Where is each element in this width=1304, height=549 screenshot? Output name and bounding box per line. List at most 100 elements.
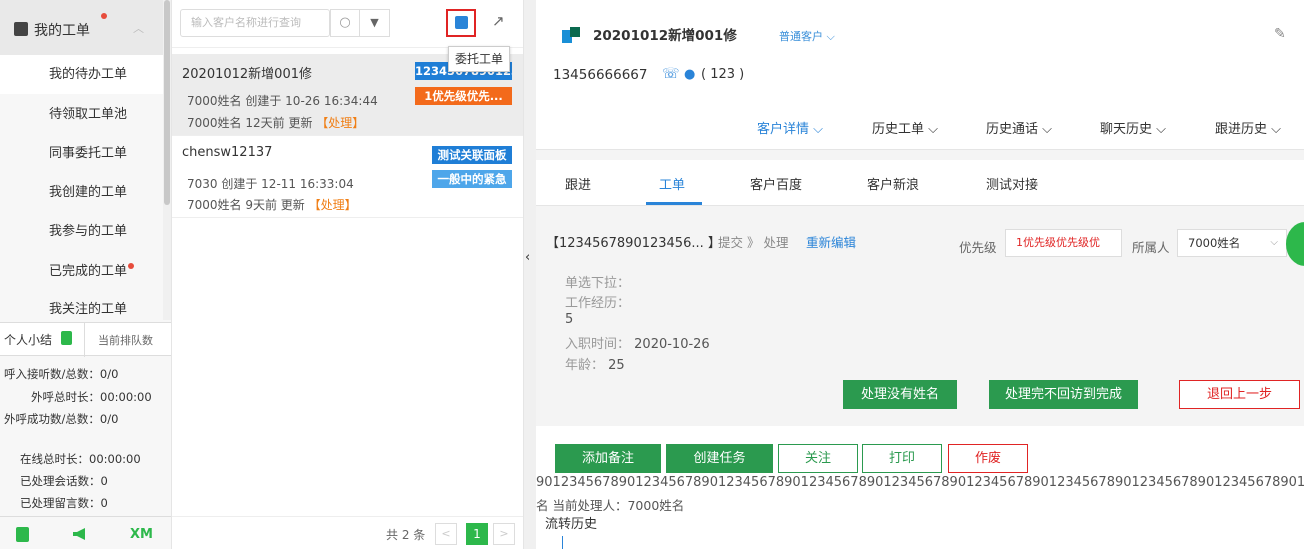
process-complete-button[interactable]: 处理完不回访到完成 — [989, 380, 1138, 409]
card-meta-text: 7000姓名 9天前 更新 — [187, 198, 305, 212]
ticket-detail: 【1234567890123456... 】 提交 》 处理 重新编辑 优先级 … — [536, 216, 1304, 426]
list-item[interactable]: chensw12137 测试关联面板 一般中的紧急 7030 创建于 12-11… — [172, 136, 523, 218]
priority-select[interactable]: 1优先级优先级优 — [1005, 229, 1122, 257]
edit-icon[interactable]: ✎ — [1274, 26, 1286, 42]
tab-chat-history[interactable]: 聊天历史 ⌵ — [1100, 118, 1166, 137]
xm-icon[interactable]: XM — [130, 527, 153, 542]
tab-sina[interactable]: 客户新浪 — [867, 174, 919, 193]
timeline-line — [562, 536, 563, 549]
rollback-button[interactable]: 退回上一步 — [1179, 380, 1300, 409]
customer-type-label: 普通客户 — [779, 30, 823, 43]
sidebar-item-label: 我参与的工单 — [49, 224, 128, 239]
sidebar-header[interactable]: 我的工单 ︿ — [0, 0, 163, 55]
card-meta-created: 7000姓名 创建于 10-26 16:34:44 — [187, 94, 378, 108]
chevron-down-icon: ⌵ — [826, 30, 835, 43]
field-join-date: 入职时间： 2020-10-26 — [565, 333, 710, 352]
sidebar-item-pool[interactable]: 待领取工单池 — [0, 95, 163, 134]
tab-label: 聊天历史 — [1100, 122, 1153, 137]
chat-icon[interactable]: ● — [684, 67, 695, 82]
summary-tabs: 个人小结 当前排队数 — [0, 322, 171, 357]
print-button[interactable]: 打印 — [862, 444, 942, 473]
current-page[interactable]: 1 — [466, 523, 488, 545]
megaphone-icon[interactable] — [72, 527, 88, 541]
tab-baidu[interactable]: 客户百度 — [750, 174, 802, 193]
void-button[interactable]: 作废 — [948, 444, 1028, 473]
ticket-actions-area: 添加备注 创建任务 关注 打印 作废 901234567890123456789… — [536, 426, 1304, 549]
add-note-button[interactable]: 添加备注 — [555, 444, 661, 473]
priority-badge: 一般中的紧急 — [432, 170, 512, 188]
field-label: 年龄： — [565, 358, 605, 373]
pagination: 共 2 条 < 1 > — [172, 516, 523, 549]
sidebar-item-created[interactable]: 我创建的工单 — [0, 173, 163, 212]
collapse-handle[interactable]: ‹ — [524, 0, 536, 549]
tab-followup[interactable]: 跟进 — [565, 174, 591, 193]
floating-action-button[interactable] — [1286, 222, 1304, 266]
tab-personal-summary[interactable]: 个人小结 — [4, 331, 52, 348]
share-icon[interactable]: ↗ — [492, 12, 510, 30]
reedit-link[interactable]: 重新编辑 — [806, 232, 856, 251]
owner-label: 所属人 — [1132, 240, 1170, 255]
filter-button[interactable]: ▼ — [360, 9, 390, 37]
document-icon — [61, 331, 72, 345]
create-task-button[interactable]: 创建任务 — [666, 444, 773, 473]
stat-outbound-duration: 外呼总时长：00:00:00 — [31, 390, 152, 404]
tab-followup-history[interactable]: 跟进历史 ⌵ — [1215, 118, 1281, 137]
entrust-icon — [455, 16, 468, 29]
ticket-id: 【1234567890123456... 】 — [546, 236, 721, 251]
work-tabs: 跟进 工单 客户百度 客户新浪 测试对接 — [536, 160, 1304, 206]
priority-badge: 1优先级优先... — [415, 87, 512, 105]
tab-test[interactable]: 测试对接 — [986, 174, 1038, 193]
next-page-button[interactable]: > — [493, 523, 515, 545]
tab-label: 客户详情 — [757, 122, 810, 137]
phone-icon[interactable]: ☏ — [662, 66, 680, 82]
sidebar-item-label: 我的待办工单 — [49, 67, 128, 82]
field-experience-value: 5 — [565, 312, 573, 327]
process-no-name-button[interactable]: 处理没有姓名 — [843, 380, 957, 409]
total-count: 共 2 条 — [386, 528, 426, 542]
owner-select[interactable]: 7000姓名 ⌵ — [1177, 229, 1287, 257]
field-age: 年龄： 25 — [565, 354, 625, 373]
sidebar-item-my-todo[interactable]: 我的待办工单 — [0, 55, 163, 94]
sidebar-item-completed[interactable]: 已完成的工单 — [0, 252, 163, 291]
card-meta-updated: 7000姓名 12天前 更新 【处理】 — [187, 114, 364, 131]
sidebar: 我的工单 ︿ 我的待办工单 待领取工单池 同事委托工单 我创建的工单 我参与的工… — [0, 0, 172, 549]
tab-queue-count[interactable]: 当前排队数 — [98, 332, 153, 348]
flow-history-title: 流转历史 — [545, 517, 598, 532]
field-value: 25 — [608, 358, 625, 373]
tag-badge: 测试关联面板 — [432, 146, 512, 164]
sidebar-item-label: 待领取工单池 — [49, 107, 128, 122]
prev-page-button[interactable]: < — [435, 523, 457, 545]
tab-customer-detail[interactable]: 客户详情 ⌵ — [757, 118, 823, 137]
tab-history-tickets[interactable]: 历史工单 ⌵ — [872, 118, 938, 137]
notification-dot — [128, 263, 135, 269]
sidebar-scrollbar[interactable] — [163, 0, 171, 320]
tab-ticket[interactable]: 工单 — [659, 174, 685, 193]
sidebar-item-participated[interactable]: 我参与的工单 — [0, 212, 163, 251]
sidebar-item-label: 我创建的工单 — [49, 185, 128, 200]
field-dropdown: 单选下拉： — [565, 272, 630, 291]
follow-button[interactable]: 关注 — [778, 444, 858, 473]
search-icon: ○ — [339, 15, 351, 30]
card-action-link[interactable]: 【处理】 — [316, 116, 364, 130]
stat-messages: 已处理留言数：0 — [20, 496, 108, 510]
ticket-icon — [14, 22, 28, 36]
scrollbar-thumb[interactable] — [164, 0, 170, 205]
tab-label: 历史工单 — [872, 122, 925, 137]
search-button[interactable]: ○ — [330, 9, 360, 37]
sidebar-footer: XM — [0, 516, 171, 549]
chevron-left-icon: ‹ — [525, 250, 531, 265]
divider — [84, 323, 85, 357]
current-handler: 名 当前处理人：7000姓名 — [536, 498, 685, 513]
search-input[interactable]: 输入客户名称进行查询 — [180, 9, 330, 37]
customer-name: 20201012新增001修 — [593, 28, 737, 44]
tab-history-calls[interactable]: 历史通话 ⌵ — [986, 118, 1052, 137]
stat-online-duration: 在线总时长：00:00:00 — [20, 452, 141, 466]
customer-phone: 13456666667 — [553, 67, 648, 83]
chevron-up-icon[interactable]: ︿ — [133, 20, 144, 36]
sidebar-item-colleague[interactable]: 同事委托工单 — [0, 134, 163, 173]
entrust-ticket-button[interactable] — [446, 9, 476, 37]
card-action-link[interactable]: 【处理】 — [309, 198, 357, 212]
tab-label: 跟进历史 — [1215, 122, 1268, 137]
book-icon[interactable] — [16, 527, 29, 542]
customer-type-select[interactable]: 普通客户 ⌵ — [779, 28, 835, 44]
